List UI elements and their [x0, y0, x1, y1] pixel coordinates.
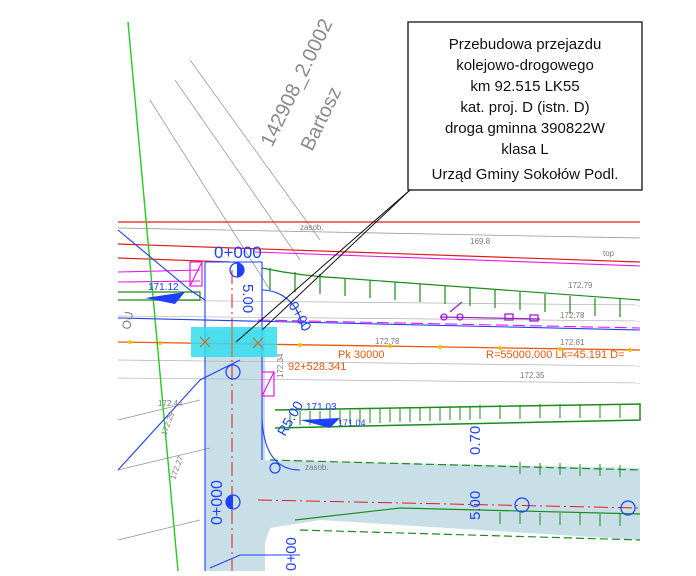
title-line-2: kolejowo-drogowego: [456, 57, 594, 74]
zasob-label-1: zasob.: [300, 223, 324, 232]
chainage-top: 0+000: [214, 243, 262, 262]
zasob-label-2: zasob.: [305, 463, 329, 472]
title-line-3: km 92.515 LK55: [470, 78, 579, 95]
elevation-label-2: 171.03: [306, 402, 337, 413]
spot-elevation-3: 172.35: [520, 371, 545, 380]
crossing-highlight: [191, 327, 277, 357]
spot-elevation-10: 172.34: [276, 353, 285, 378]
chainage-bottom: 0+00: [283, 537, 300, 571]
top-label: top: [603, 249, 615, 258]
width-bottom: 5.00: [467, 491, 484, 520]
title-line-7: Urząd Gminy Sokołów Podl.: [432, 166, 619, 183]
spot-elevation-5: 172.81: [560, 338, 585, 347]
road-surface-south: [205, 330, 265, 571]
pk-label: Pk 30000: [338, 349, 384, 361]
width-top: 5.00: [239, 284, 256, 313]
spot-elevation-1: 172.79: [568, 281, 593, 290]
drawing-canvas: Przebudowa przejazdu kolejowo-drogowego …: [117, 16, 643, 572]
title-line-5: droga gminna 390822W: [445, 120, 606, 137]
spot-elevation-2: 172.78: [560, 311, 585, 320]
railway-km-mark: 92+528.341: [288, 361, 346, 373]
cad-drawing: Przebudowa przejazdu kolejowo-drogowego …: [0, 0, 696, 572]
elevation-label-1: 171.12: [148, 282, 179, 293]
title-line-4: kat. proj. D (istn. D): [460, 99, 589, 116]
offset-right: 0.70: [467, 426, 484, 455]
curve-parameters: R=55000.000 Lk=45.191 D=: [486, 349, 625, 361]
title-line-6: klasa L: [501, 141, 549, 158]
spot-elevation-7: 172.44: [158, 399, 183, 408]
elevation-label-3: 171.04: [338, 418, 366, 428]
spot-elevation-4: 172.78: [375, 337, 400, 346]
spot-elevation-6: 169.8: [470, 237, 491, 246]
title-line-1: Przebudowa przejazdu: [449, 36, 602, 53]
chainage-left: 0+000: [209, 480, 226, 525]
